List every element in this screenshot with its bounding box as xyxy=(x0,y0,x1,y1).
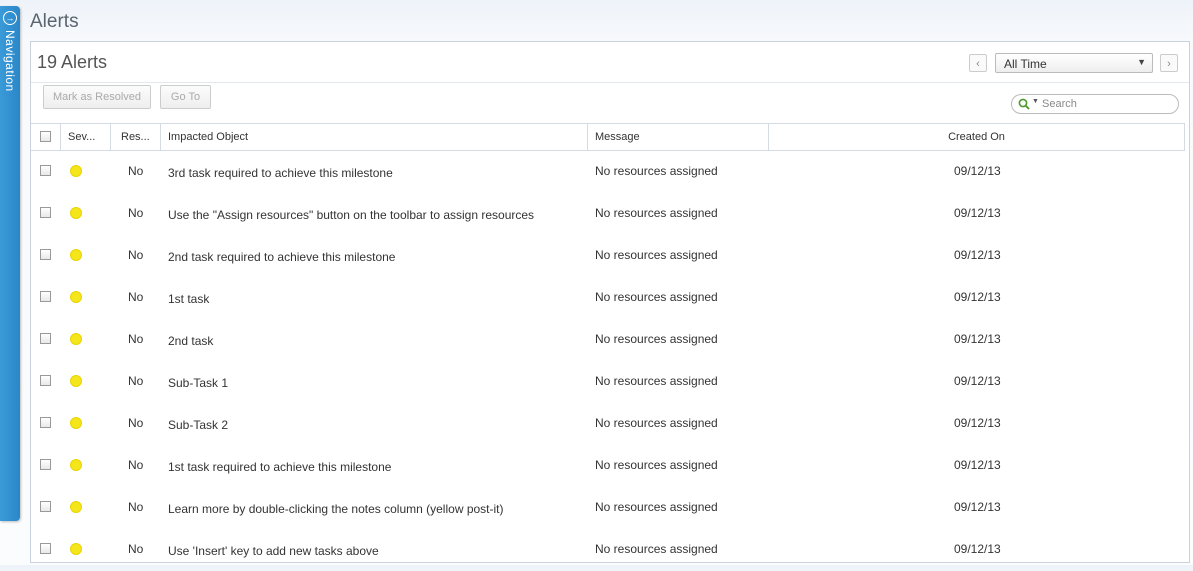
message-cell: No resources assigned xyxy=(595,206,718,220)
arrow-right-circle-icon: → xyxy=(3,11,17,25)
alerts-panel: 19 Alerts ‹ All Time ▼ › Mark as Resolve… xyxy=(30,41,1190,563)
row-checkbox[interactable] xyxy=(40,375,51,386)
page-title: Alerts xyxy=(30,11,79,32)
row-checkbox[interactable] xyxy=(40,291,51,302)
row-checkbox[interactable] xyxy=(40,459,51,470)
row-checkbox[interactable] xyxy=(40,165,51,176)
time-filter-select[interactable]: All Time ▼ xyxy=(995,53,1153,73)
impacted-object-cell: Use 'Insert' key to add new tasks above xyxy=(168,544,379,558)
severity-indicator-icon xyxy=(70,249,82,261)
created-on-cell: 09/12/13 xyxy=(954,458,1001,472)
impacted-object-cell: 1st task required to achieve this milest… xyxy=(168,460,392,474)
severity-indicator-icon xyxy=(70,459,82,471)
created-on-cell: 09/12/13 xyxy=(954,332,1001,346)
impacted-object-cell: 1st task xyxy=(168,292,210,306)
resolved-cell: No xyxy=(128,164,144,178)
select-all-cell xyxy=(31,124,61,151)
search-options-caret-icon[interactable]: ▼ xyxy=(1032,98,1039,105)
created-on-cell: 09/12/13 xyxy=(954,248,1001,262)
table-row[interactable]: No Sub-Task 2 No resources assigned 09/12/1… xyxy=(31,403,1185,445)
row-checkbox[interactable] xyxy=(40,207,51,218)
table-row[interactable]: No 1st task No resources assigned 09/12/13 xyxy=(31,277,1185,319)
message-cell: No resources assigned xyxy=(595,542,718,556)
row-checkbox[interactable] xyxy=(40,543,51,554)
chevron-left-icon: ‹ xyxy=(976,58,980,70)
resolved-cell: No xyxy=(128,206,144,220)
row-checkbox[interactable] xyxy=(40,249,51,260)
message-cell: No resources assigned xyxy=(595,416,718,430)
impacted-object-cell: 2nd task required to achieve this milest… xyxy=(168,250,396,264)
resolved-cell: No xyxy=(128,542,144,556)
row-checkbox[interactable] xyxy=(40,501,51,512)
resolved-cell: No xyxy=(128,332,144,346)
search-box[interactable]: ▼ xyxy=(1011,94,1179,114)
message-cell: No resources assigned xyxy=(595,458,718,472)
severity-indicator-icon xyxy=(70,375,82,387)
created-on-cell: 09/12/13 xyxy=(954,542,1001,556)
table-row[interactable]: No Sub-Task 1 No resources assigned 09/12/1… xyxy=(31,361,1185,403)
severity-indicator-icon xyxy=(70,333,82,345)
search-input[interactable] xyxy=(1042,97,1172,111)
created-on-cell: 09/12/13 xyxy=(954,500,1001,514)
message-cell: No resources assigned xyxy=(595,290,718,304)
message-cell: No resources assigned xyxy=(595,248,718,262)
table-row[interactable]: No 2nd task No resources assigned 09/12/13 xyxy=(31,319,1185,361)
impacted-object-cell: Sub-Task 1 xyxy=(168,376,229,390)
resolved-cell: No xyxy=(128,416,144,430)
header-divider xyxy=(31,82,1189,83)
table-row[interactable]: No 1st task required to achieve this mile… xyxy=(31,445,1185,487)
impacted-object-cell: Sub-Task 2 xyxy=(168,418,229,432)
alerts-count-title: 19 Alerts xyxy=(37,52,108,72)
row-checkbox[interactable] xyxy=(40,333,51,344)
dropdown-caret-icon: ▼ xyxy=(1137,57,1146,67)
grid-header: Sev... Res... Impacted Object Message Cr… xyxy=(31,123,1185,151)
resolved-cell: No xyxy=(128,458,144,472)
navigation-label: Navigation xyxy=(3,30,17,92)
search-icon xyxy=(1018,98,1030,110)
resolved-cell: No xyxy=(128,290,144,304)
resolved-cell: No xyxy=(128,374,144,388)
column-header-severity[interactable]: Sev... xyxy=(61,124,111,151)
chevron-right-icon: › xyxy=(1167,58,1171,70)
time-filter-value: All Time xyxy=(1004,57,1047,71)
severity-indicator-icon xyxy=(70,417,82,429)
severity-indicator-icon xyxy=(70,165,82,177)
column-header-resolved[interactable]: Res... xyxy=(111,124,161,151)
message-cell: No resources assigned xyxy=(595,164,718,178)
column-header-impacted-object[interactable]: Impacted Object xyxy=(161,124,588,151)
impacted-object-cell: 3rd task required to achieve this milest… xyxy=(168,166,393,180)
message-cell: No resources assigned xyxy=(595,332,718,346)
created-on-cell: 09/12/13 xyxy=(954,416,1001,430)
previous-period-button[interactable]: ‹ xyxy=(969,54,987,72)
navigation-tab[interactable]: → Navigation xyxy=(0,6,20,521)
row-checkbox[interactable] xyxy=(40,417,51,428)
created-on-cell: 09/12/13 xyxy=(954,206,1001,220)
severity-indicator-icon xyxy=(70,291,82,303)
column-header-created-on[interactable]: Created On xyxy=(769,124,1185,151)
table-row[interactable]: No 2nd task required to achieve this mile… xyxy=(31,235,1185,277)
table-row[interactable]: No 3rd task required to achieve this mile… xyxy=(31,151,1185,193)
next-period-button[interactable]: › xyxy=(1160,54,1178,72)
message-cell: No resources assigned xyxy=(595,374,718,388)
resolved-cell: No xyxy=(128,500,144,514)
created-on-cell: 09/12/13 xyxy=(954,374,1001,388)
severity-indicator-icon xyxy=(70,501,82,513)
severity-indicator-icon xyxy=(70,207,82,219)
message-cell: No resources assigned xyxy=(595,500,718,514)
select-all-checkbox[interactable] xyxy=(40,131,51,142)
impacted-object-cell: 2nd task xyxy=(168,334,214,348)
created-on-cell: 09/12/13 xyxy=(954,164,1001,178)
impacted-object-cell: Learn more by double-clicking the notes … xyxy=(168,502,504,516)
go-to-button[interactable]: Go To xyxy=(160,85,211,109)
created-on-cell: 09/12/13 xyxy=(954,290,1001,304)
column-header-message[interactable]: Message xyxy=(588,124,769,151)
mark-as-resolved-button[interactable]: Mark as Resolved xyxy=(43,85,151,109)
table-row[interactable]: No Learn more by double-clicking the note… xyxy=(31,487,1185,529)
resolved-cell: No xyxy=(128,248,144,262)
impacted-object-cell: Use the "Assign resources" button on the… xyxy=(168,208,535,222)
severity-indicator-icon xyxy=(70,543,82,555)
table-row[interactable]: No Use the "Assign resources" button on t… xyxy=(31,193,1185,235)
